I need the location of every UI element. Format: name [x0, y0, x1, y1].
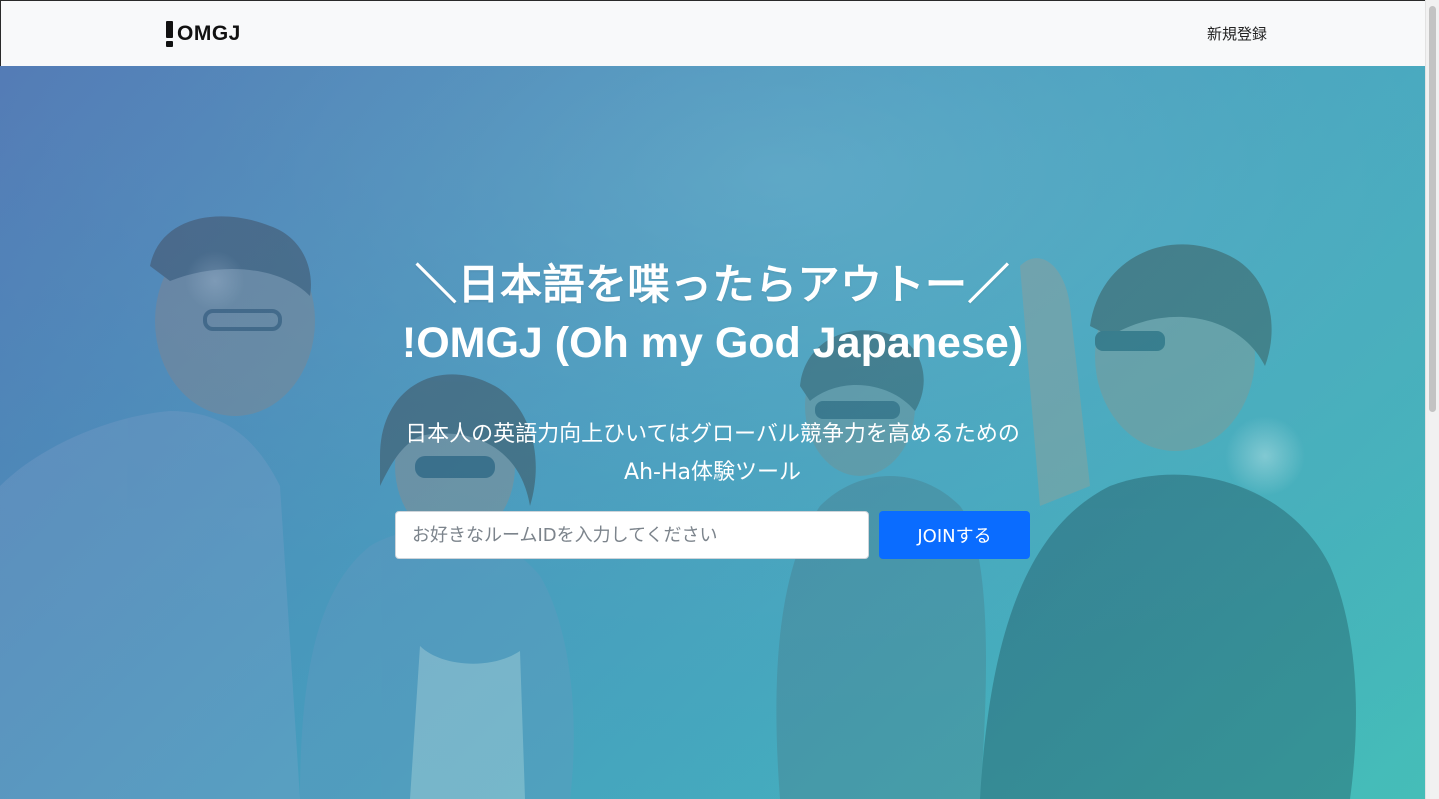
hero-headline-japanese: ＼日本語を喋ったらアウトー／: [414, 260, 1010, 309]
scrollbar-thumb[interactable]: [1429, 6, 1436, 412]
brand-logo[interactable]: OMGJ: [165, 21, 241, 47]
hero-subtitle-line2: Ah-Ha体験ツール: [624, 460, 801, 485]
brand-name: OMGJ: [177, 22, 241, 45]
hero-subtitle-line1: 日本人の英語力向上ひいてはグローバル競争力を高めるための: [405, 422, 1020, 447]
exclamation-logo-icon: [165, 21, 174, 47]
join-button[interactable]: JOINする: [879, 511, 1030, 559]
room-id-input[interactable]: [395, 511, 869, 559]
join-room-form: JOINする: [395, 511, 1035, 559]
page-scrollbar[interactable]: [1425, 0, 1439, 799]
hero-section: ＼日本語を喋ったらアウトー／ !OMGJ (Oh my God Japanese…: [0, 66, 1425, 799]
hero-headline-english: !OMGJ (Oh my God Japanese): [401, 319, 1024, 367]
browser-viewport: OMGJ 新規登録 ＼日本語を喋ったらアウトー／ !OMGJ (Oh my Go…: [0, 0, 1439, 799]
signup-link[interactable]: 新規登録: [1207, 23, 1267, 44]
hero-content: ＼日本語を喋ったらアウトー／ !OMGJ (Oh my God Japanese…: [0, 256, 1425, 492]
hero-subtitle: 日本人の英語力向上ひいてはグローバル競争力を高めるための Ah-Ha体験ツール: [0, 416, 1425, 492]
navbar: OMGJ 新規登録: [0, 0, 1425, 66]
